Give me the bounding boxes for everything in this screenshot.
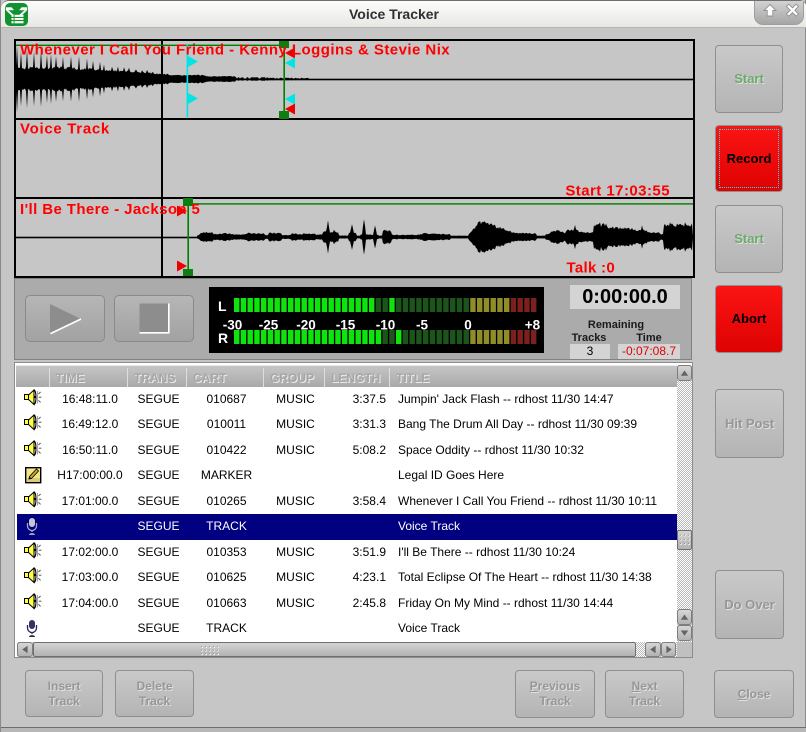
svg-text:L: L	[218, 298, 227, 314]
svg-text:+8: +8	[525, 318, 541, 333]
svg-text:-20: -20	[296, 318, 316, 333]
svg-text:Talk :0: Talk :0	[566, 260, 615, 277]
svg-text:-15: -15	[336, 318, 356, 333]
svg-text:Voice Track: Voice Track	[20, 121, 110, 138]
svg-text:-10: -10	[376, 318, 396, 333]
svg-text:-5: -5	[416, 318, 428, 333]
svg-text:-30: -30	[223, 318, 243, 333]
svg-text:Whenever I Call You Friend - K: Whenever I Call You Friend - Kenny Loggi…	[20, 42, 450, 59]
svg-text:I'll Be There - Jackson 5: I'll Be There - Jackson 5	[20, 201, 200, 218]
svg-text:-25: -25	[259, 318, 279, 333]
svg-text:0: 0	[464, 318, 472, 333]
svg-text:Start 17:03:55: Start 17:03:55	[565, 183, 670, 200]
